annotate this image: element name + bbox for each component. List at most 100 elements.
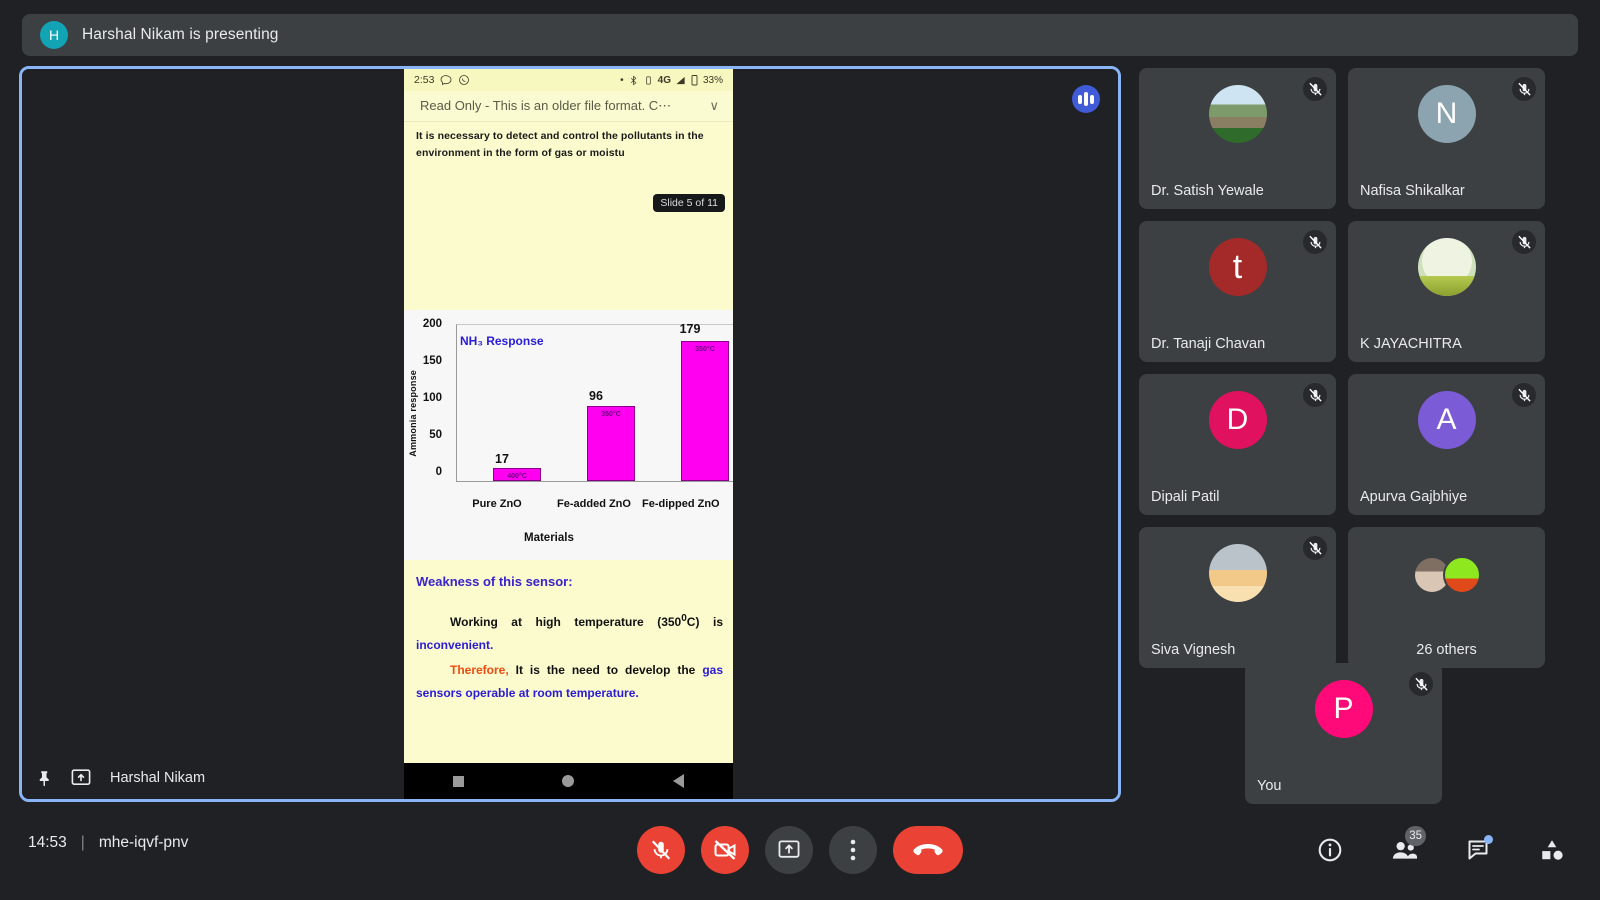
avatar bbox=[1417, 238, 1476, 296]
meeting-details-icon[interactable] bbox=[1306, 826, 1354, 874]
participant-tile-dipali-patil[interactable]: D Dipali Patil bbox=[1139, 374, 1336, 515]
more-options-button[interactable] bbox=[829, 826, 877, 874]
avatar: t bbox=[1208, 238, 1267, 296]
bar-pure-zno: 400°C bbox=[493, 467, 541, 481]
participant-grid: Dr. Satish Yewale N Nafisa Shikalkar t D… bbox=[1139, 68, 1579, 680]
avatar: D bbox=[1208, 391, 1267, 449]
separator: | bbox=[80, 834, 85, 851]
phone-clock: 2:53 bbox=[414, 74, 435, 86]
participant-name: Dipali Patil bbox=[1151, 489, 1220, 505]
audio-levels-icon bbox=[1072, 85, 1100, 113]
home-icon[interactable] bbox=[562, 775, 575, 787]
bottom-right-icons: 35 bbox=[1306, 826, 1576, 874]
chart-y-axis-label: Ammonia response bbox=[408, 370, 418, 457]
phone-status-bar: 2:53 • 4G 33% bbox=[404, 69, 733, 91]
chevron-down-icon[interactable]: ∨ bbox=[709, 98, 719, 114]
mic-off-icon bbox=[1303, 383, 1327, 407]
mic-off-icon bbox=[1303, 230, 1327, 254]
camera-off-button[interactable] bbox=[701, 826, 749, 874]
back-icon[interactable] bbox=[672, 774, 684, 788]
call-controls bbox=[637, 826, 963, 874]
presenter-avatar: H bbox=[40, 21, 68, 49]
participant-row: D Dipali Patil A Apurva Gajbhiye bbox=[1139, 374, 1579, 515]
vibrate-icon bbox=[645, 75, 651, 85]
participant-tile-tanaji-chavan[interactable]: t Dr. Tanaji Chavan bbox=[1139, 221, 1336, 362]
weakness-text-b: C) is bbox=[686, 615, 723, 629]
weakness-paragraph-2: Therefore, It is the need to develop the… bbox=[416, 659, 723, 705]
participant-row: Dr. Satish Yewale N Nafisa Shikalkar bbox=[1139, 68, 1579, 209]
avatar bbox=[1442, 556, 1481, 594]
ammonia-response-chart: Ammonia response 200 150 100 50 0 NH₃ Re… bbox=[404, 310, 733, 560]
bluetooth-icon bbox=[630, 75, 636, 85]
bar-value-2: 179 bbox=[679, 322, 701, 336]
participant-count-badge: 35 bbox=[1405, 826, 1426, 846]
avatar bbox=[1208, 544, 1267, 602]
mic-off-icon bbox=[1303, 77, 1327, 101]
slide-paragraph-top: It is necessary to detect and control th… bbox=[416, 130, 704, 159]
android-nav-bar bbox=[404, 763, 733, 799]
weakness-text-a: Working at high temperature (350 bbox=[450, 615, 682, 629]
battery-percent-label: 33% bbox=[702, 74, 723, 86]
bar-annotation-2: 350°C bbox=[695, 346, 715, 354]
mic-off-icon bbox=[1409, 672, 1433, 696]
presenting-banner: H Harshal Nikam is presenting bbox=[22, 14, 1578, 56]
participant-tile-k-jayachitra[interactable]: K JAYACHITRA bbox=[1348, 221, 1545, 362]
participant-name: Dr. Tanaji Chavan bbox=[1151, 336, 1266, 352]
y-tick-150: 150 bbox=[422, 355, 442, 367]
others-avatars bbox=[1412, 556, 1481, 594]
slide-weakness-block: Weakness of this sensor: Working at high… bbox=[404, 574, 733, 705]
meeting-info: 14:53 | mhe-iqvf-pnv bbox=[28, 834, 188, 852]
mic-off-icon bbox=[1512, 383, 1536, 407]
pin-icon[interactable] bbox=[34, 767, 56, 789]
recent-apps-icon[interactable] bbox=[453, 775, 465, 787]
stage-footer: Harshal Nikam bbox=[34, 767, 205, 789]
present-now-button[interactable] bbox=[765, 826, 813, 874]
message-icon bbox=[441, 75, 452, 86]
y-tick-50: 50 bbox=[429, 429, 442, 441]
self-name-label: You bbox=[1257, 778, 1282, 794]
bar-value-1: 96 bbox=[589, 389, 603, 403]
weakness-text-blue: inconvenient. bbox=[416, 638, 494, 652]
participant-name: Apurva Gajbhiye bbox=[1360, 489, 1468, 505]
participant-name: Dr. Satish Yewale bbox=[1151, 183, 1264, 199]
participant-tile-apurva-gajbhiye[interactable]: A Apurva Gajbhiye bbox=[1348, 374, 1545, 515]
self-tile[interactable]: P You bbox=[1245, 663, 1442, 804]
mic-off-icon bbox=[1512, 77, 1536, 101]
x-tick-label-1: Fe-added ZnO bbox=[557, 498, 631, 510]
others-tile[interactable]: 26 others bbox=[1348, 527, 1545, 668]
whatsapp-icon bbox=[459, 75, 470, 85]
chat-unread-dot bbox=[1484, 835, 1493, 844]
therefore-text: Therefore, bbox=[450, 663, 509, 677]
microphone-off-button[interactable] bbox=[637, 826, 685, 874]
chat-icon[interactable] bbox=[1454, 826, 1502, 874]
mic-off-icon bbox=[1512, 230, 1536, 254]
present-screen-icon[interactable] bbox=[70, 767, 92, 789]
slide-counter-tooltip: Slide 5 of 11 bbox=[653, 194, 725, 212]
participant-tile-nafisa-shikalkar[interactable]: N Nafisa Shikalkar bbox=[1348, 68, 1545, 209]
others-count-label: 26 others bbox=[1416, 642, 1477, 658]
google-meet-window: H Harshal Nikam is presenting 2:53 • 4G bbox=[0, 0, 1600, 900]
leave-call-button[interactable] bbox=[893, 826, 963, 874]
x-tick-label-2: Fe-dipped ZnO bbox=[642, 498, 720, 510]
bar-annotation-0: 400°C bbox=[507, 472, 527, 480]
people-icon[interactable]: 35 bbox=[1380, 826, 1428, 874]
participant-name: K JAYACHITRA bbox=[1360, 336, 1462, 352]
bar-fe-dipped-zno: 350°C bbox=[681, 341, 729, 481]
presenting-banner-text: Harshal Nikam is presenting bbox=[82, 26, 279, 43]
read-only-banner[interactable]: Read Only - This is an older file format… bbox=[404, 91, 733, 122]
y-tick-200: 200 bbox=[422, 318, 442, 330]
mic-off-icon bbox=[1303, 536, 1327, 560]
presentation-stage[interactable]: 2:53 • 4G 33% Read Only - This is an old… bbox=[19, 66, 1121, 802]
signal-icon bbox=[676, 76, 685, 84]
participant-tile-satish-yewale[interactable]: Dr. Satish Yewale bbox=[1139, 68, 1336, 209]
participant-name: Siva Vignesh bbox=[1151, 642, 1236, 658]
weakness-paragraph-1: Working at high temperature (3500C) is i… bbox=[416, 607, 723, 657]
y-tick-100: 100 bbox=[422, 392, 442, 404]
bar-annotation-1: 350°C bbox=[601, 411, 621, 419]
activities-icon[interactable] bbox=[1528, 826, 1576, 874]
bar-fe-added-zno: 350°C bbox=[587, 406, 635, 481]
network-type-label: 4G bbox=[657, 74, 671, 86]
participant-tile-siva-vignesh[interactable]: Siva Vignesh bbox=[1139, 527, 1336, 668]
x-tick-label-0: Pure ZnO bbox=[472, 498, 522, 510]
meeting-code[interactable]: mhe-iqvf-pnv bbox=[99, 834, 189, 852]
